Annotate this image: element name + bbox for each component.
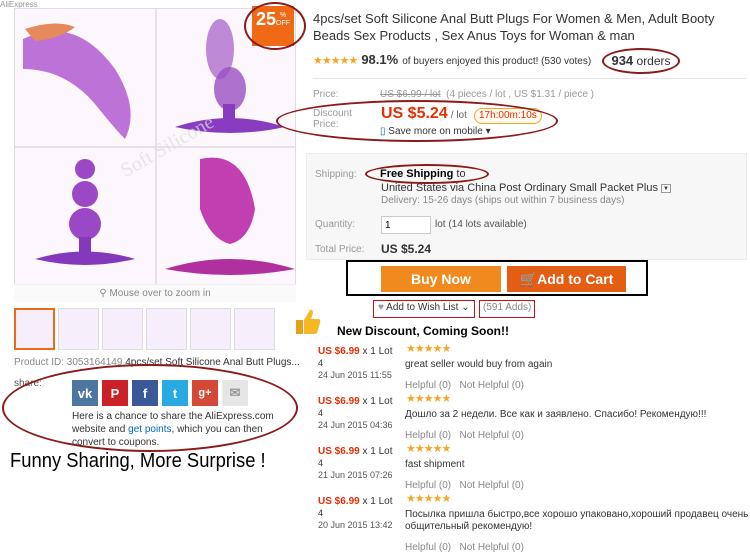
thumbnail[interactable] — [102, 308, 143, 350]
total-price: US $5.24 — [381, 242, 432, 256]
new-discount-banner: New Discount, Coming Soon!! — [337, 324, 509, 338]
total-label: Total Price: — [315, 244, 365, 255]
quantity-input[interactable] — [381, 216, 431, 234]
review-text: Посылка пришла быстро,все хорошо упакова… — [405, 509, 749, 532]
thumbnail[interactable] — [14, 308, 55, 350]
shipping-label: Shipping: — [315, 169, 357, 180]
helpful-link[interactable]: Helpful (0) — [405, 380, 451, 391]
review-stars: ★★★★★ — [406, 443, 451, 455]
review-item: US $6.99 x 1 Lot 4 24 Jun 2015 04:36 ★★★… — [318, 393, 748, 448]
share-highlight-ring — [2, 364, 298, 452]
dropdown-arrow-icon[interactable]: ▼ — [661, 183, 672, 193]
main-product-image[interactable]: Soft Silicone — [14, 8, 296, 288]
thumbnail-strip — [14, 308, 275, 350]
rating-percent: 98.1% — [361, 52, 399, 67]
rating-row: ★★★★★ 98.1% of buyers enjoyed this produ… — [313, 52, 591, 67]
cart-icon: 🛒 — [519, 271, 538, 287]
delivery-estimate: Delivery: 15-26 days (ships out within 7… — [381, 195, 625, 206]
not-helpful-link[interactable]: Not Helpful (0) — [459, 430, 523, 441]
price-label: Price: — [313, 89, 339, 100]
thumbnail[interactable] — [190, 308, 231, 350]
review-text: Дошло за 2 недели. Все как и заявлено. С… — [405, 409, 707, 420]
review-stars: ★★★★★ — [406, 343, 451, 355]
buy-now-button[interactable]: Buy Now — [381, 266, 501, 292]
review-item: US $6.99 x 1 Lot 4 21 Jun 2015 07:26 ★★★… — [318, 443, 748, 498]
helpful-link[interactable]: Helpful (0) — [405, 480, 451, 491]
discount-highlight-ring — [244, 2, 306, 50]
heart-icon: ♥ — [378, 302, 384, 313]
thumbnail[interactable] — [146, 308, 187, 350]
review-item: US $6.99 x 1 Lot 4 20 Jun 2015 13:42 ★★★… — [318, 493, 749, 553]
thumbnail[interactable] — [58, 308, 99, 350]
review-stars: ★★★★★ — [406, 393, 451, 405]
review-item: US $6.99 x 1 Lot 4 24 Jun 2015 11:55 ★★★… — [318, 343, 748, 398]
review-date: 21 Jun 2015 07:26 — [318, 470, 393, 480]
product-title: 4pcs/set Soft Silicone Anal Butt Plugs F… — [313, 11, 715, 43]
add-to-wish-list-button[interactable]: ♥ Add to Wish List ⌄ — [373, 300, 475, 318]
thumbs-up-icon — [294, 306, 322, 336]
quantity-label: Quantity: — [315, 219, 356, 230]
divider — [313, 78, 746, 79]
not-helpful-link[interactable]: Not Helpful (0) — [459, 380, 523, 391]
quantity-note: lot (14 lots available) — [435, 219, 527, 230]
wish-list-adds: (591 Adds) — [479, 300, 536, 318]
review-date: 20 Jun 2015 13:42 — [318, 520, 393, 530]
rating-text: of buyers enjoyed this product! (530 vot… — [402, 56, 592, 67]
not-helpful-link[interactable]: Not Helpful (0) — [459, 542, 523, 553]
zoom-hint: ⚲ Mouse over to zoom in — [14, 284, 296, 302]
shipping-method[interactable]: United States via China Post Ordinary Sm… — [381, 182, 672, 194]
search-icon: ⚲ — [99, 288, 107, 299]
review-date: 24 Jun 2015 11:55 — [318, 370, 392, 380]
chevron-down-icon: ⌄ — [461, 302, 470, 313]
helpful-link[interactable]: Helpful (0) — [405, 430, 451, 441]
thumbnail[interactable] — [234, 308, 275, 350]
shipping-highlight-ring — [365, 164, 489, 184]
funny-banner: Funny Sharing, More Surprise ! — [10, 450, 266, 472]
add-to-cart-button[interactable]: 🛒Add to Cart — [507, 266, 626, 292]
rating-stars: ★★★★★ — [313, 55, 358, 67]
helpful-link[interactable]: Helpful (0) — [405, 542, 451, 553]
product-photo: Soft Silicone — [15, 9, 295, 287]
orders-count: 934 orders — [602, 48, 680, 74]
review-text: great seller would buy from again — [405, 359, 553, 370]
not-helpful-link[interactable]: Not Helpful (0) — [459, 480, 523, 491]
review-text: fast shipment — [405, 459, 465, 470]
review-stars: ★★★★★ — [406, 493, 451, 505]
review-date: 24 Jun 2015 04:36 — [318, 420, 393, 430]
original-price: US $6.99 / lot (4 pieces / lot , US $1.3… — [380, 89, 595, 100]
price-highlight-ring — [276, 100, 558, 142]
